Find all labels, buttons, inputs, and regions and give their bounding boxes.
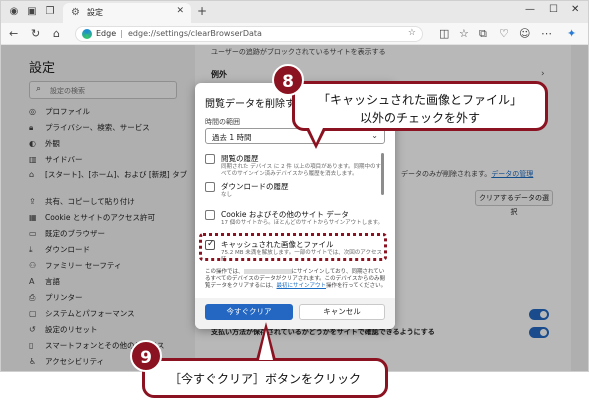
item-description: なし: [221, 192, 233, 198]
more-menu-icon[interactable]: ⋯: [541, 27, 552, 40]
step8-badge: 8: [272, 64, 304, 96]
callout-pointer-inner: [309, 128, 323, 143]
redacted-account: [243, 269, 292, 274]
address-url[interactable]: edge://settings/clearBrowserData: [128, 29, 262, 38]
tab-actions-icon[interactable]: ❐: [43, 5, 57, 19]
checkbox-cookies[interactable]: [205, 210, 215, 220]
edge-logo-icon: [82, 29, 92, 39]
address-separator: |: [120, 29, 123, 38]
home-icon[interactable]: ⌂: [53, 27, 60, 40]
item-description: 同期された デバイス に 2 件 以上の項目があります。同期中のすべてのサインイ…: [221, 164, 382, 177]
dialog-title: 閲覧データを削除する: [205, 99, 305, 110]
favorites-icon[interactable]: ☆: [459, 27, 469, 40]
time-range-label: 時間の範囲: [205, 118, 240, 126]
cancel-button[interactable]: キャンセル: [299, 304, 385, 320]
dialog-scrollbar[interactable]: [381, 153, 384, 195]
clear-now-button[interactable]: 今すぐクリア: [205, 304, 293, 320]
dialog-footer: 今すぐクリア キャンセル: [195, 298, 395, 329]
step9-callout: ［今すぐクリア］ボタンをクリック: [142, 358, 388, 398]
step8-callout: 「キャッシュされた画像とファイル」 以外のチェックを外す: [292, 81, 548, 131]
tab-title: 設定: [87, 8, 103, 17]
address-prefix: Edge: [96, 29, 117, 38]
sign-out-link[interactable]: 最初にサインアウト: [277, 283, 327, 289]
item-description: 17 個のサイトから。ほとんどのサイトからサインアウトします。: [221, 220, 384, 226]
highlight-dotted-box: [199, 233, 387, 261]
time-range-value: 過去 1 時間: [212, 133, 252, 142]
step9-badge: 9: [130, 340, 162, 372]
step9-text: ［今すぐクリア］ボタンをクリック: [168, 372, 361, 386]
tab-settings[interactable]: ⚙ 設定 ✕: [63, 3, 191, 23]
sync-note: この操作では、 にサインインしており、同期されているすべてのデバイスのデータがクリ…: [205, 269, 387, 289]
checkbox-browsing-history[interactable]: [205, 154, 215, 164]
browser-window: ◉ ▣ ❐ ⚙ 設定 ✕ + — ☐ ✕ ← ↻ ⌂ Edge | edge:/…: [0, 0, 589, 372]
profile-icon[interactable]: ◉: [7, 5, 21, 19]
maximize-icon[interactable]: ☐: [549, 4, 558, 15]
refresh-icon[interactable]: ↻: [31, 27, 40, 40]
favorite-star-icon[interactable]: ☆: [408, 28, 416, 38]
item-title: Cookie およびその他のサイト データ: [221, 210, 349, 219]
step8-line2: 以外のチェックを外す: [359, 111, 480, 125]
tab-strip: ◉ ▣ ❐ ⚙ 設定 ✕ + — ☐ ✕: [1, 1, 588, 23]
new-tab-button[interactable]: +: [197, 4, 207, 18]
extensions-icon[interactable]: ♡: [499, 27, 509, 40]
callout-pointer-inner: [259, 330, 273, 360]
close-window-icon[interactable]: ✕: [571, 4, 579, 15]
collections-icon[interactable]: ⧉: [479, 27, 487, 41]
workspaces-icon[interactable]: ▣: [25, 5, 39, 19]
back-icon[interactable]: ←: [9, 27, 18, 40]
account-icon[interactable]: ☺: [519, 27, 530, 40]
step8-line1: 「キャッシュされた画像とファイル」: [317, 93, 522, 107]
checkbox-download-history[interactable]: [205, 182, 215, 192]
gear-icon: ⚙: [71, 7, 80, 18]
split-screen-icon[interactable]: ◫: [439, 27, 449, 40]
item-title: 閲覧の履歴: [221, 154, 259, 163]
chevron-down-icon: ⌄: [371, 131, 378, 140]
close-tab-icon[interactable]: ✕: [176, 6, 184, 16]
minimize-icon[interactable]: —: [525, 4, 535, 15]
copilot-icon[interactable]: ✦: [567, 27, 576, 40]
item-title: ダウンロードの履歴: [221, 182, 289, 191]
address-bar[interactable]: Edge | edge://settings/clearBrowserData …: [75, 26, 423, 42]
navigation-toolbar: ← ↻ ⌂ Edge | edge://settings/clearBrowse…: [1, 23, 588, 45]
